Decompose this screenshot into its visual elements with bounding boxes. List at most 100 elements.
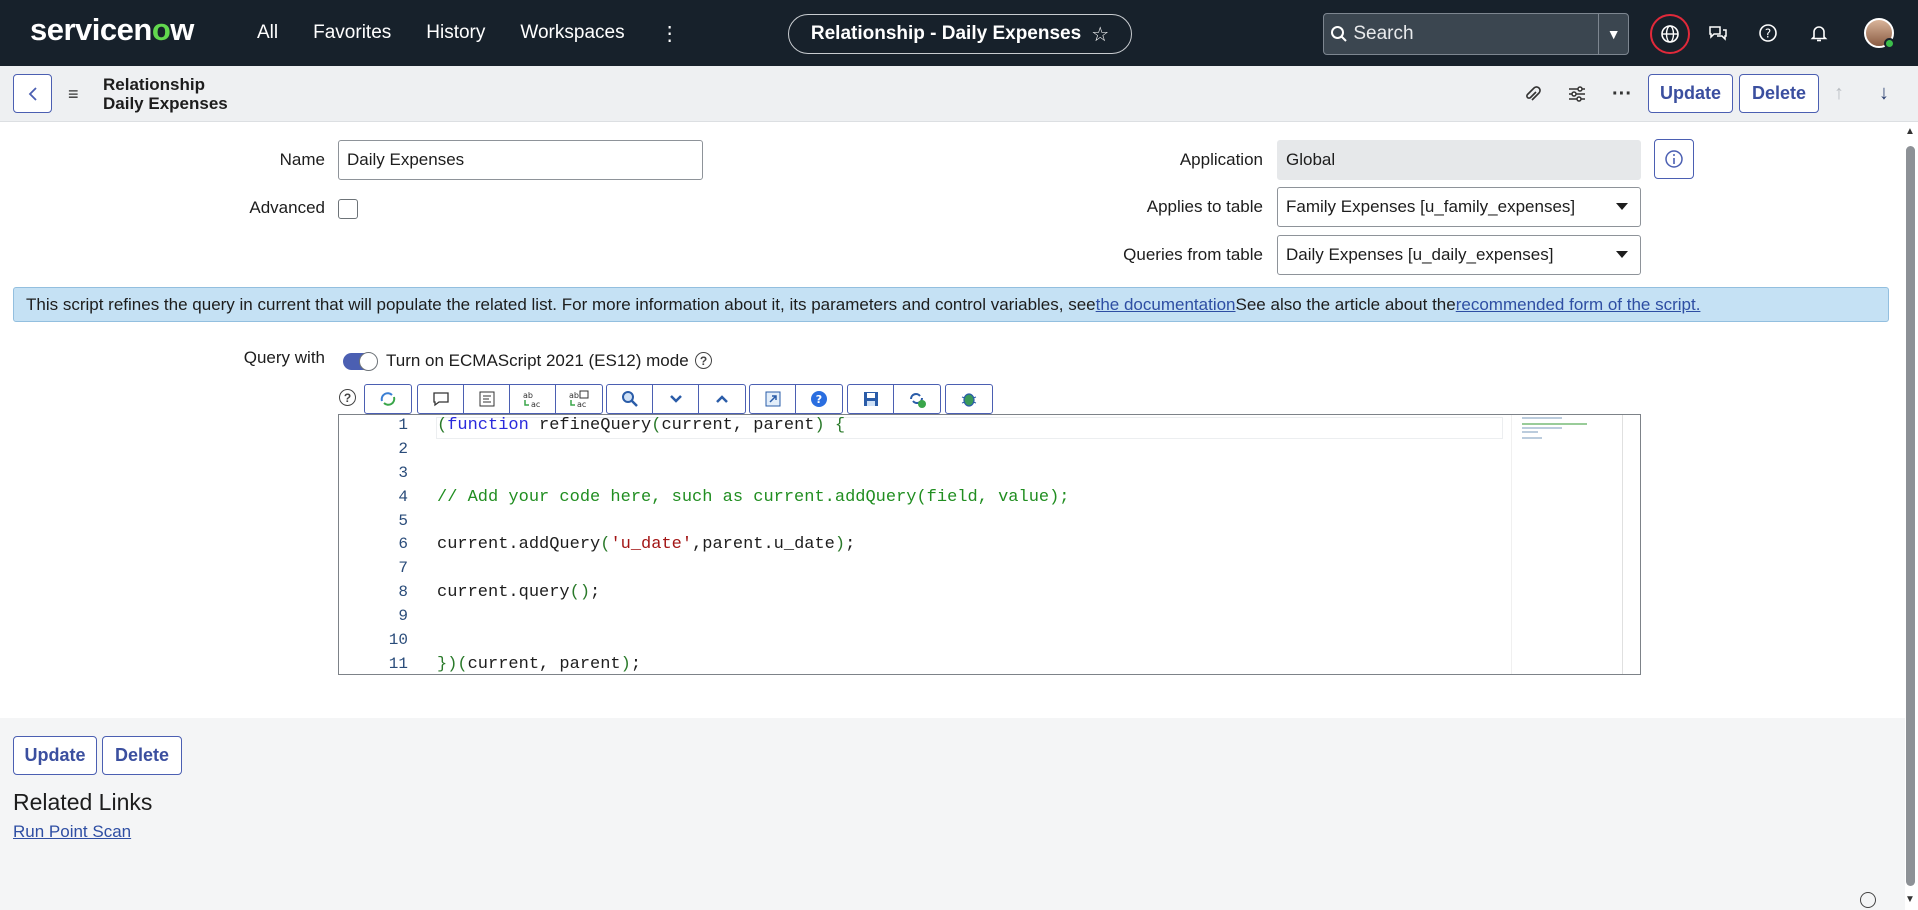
header-update-button[interactable]: Update xyxy=(1648,74,1733,113)
page-scrollbar[interactable]: ▲ ▼ xyxy=(1903,124,1918,910)
search-input[interactable] xyxy=(1353,23,1599,45)
toolbar-group-edit: ab ac ab ac xyxy=(417,384,603,414)
code-line-11: })(current, parent); xyxy=(437,655,642,674)
personalize-form-icon[interactable] xyxy=(1563,80,1591,108)
advanced-label: Advanced xyxy=(249,198,325,217)
svg-text:ab: ab xyxy=(569,391,579,400)
clock-icon[interactable] xyxy=(1860,892,1876,908)
search-scope-dropdown[interactable]: ▼ xyxy=(1598,14,1628,54)
applies-to-table-value: Family Expenses [u_family_expenses] xyxy=(1286,197,1576,216)
footer-update-button[interactable]: Update xyxy=(13,736,97,775)
line-number-gutter: 1 2 3 4 5 6 7 8 9 10 11 xyxy=(339,415,414,674)
nav-favorites[interactable]: Favorites xyxy=(313,22,391,44)
applies-to-table-select[interactable]: Family Expenses [u_family_expenses] xyxy=(1277,187,1641,227)
find-previous-icon[interactable] xyxy=(699,385,745,413)
toolbar-group-format xyxy=(364,384,412,414)
fullscreen-icon[interactable] xyxy=(750,385,796,413)
scroll-up-icon[interactable]: ▲ xyxy=(1905,126,1915,137)
nav-all[interactable]: All xyxy=(257,22,278,44)
servicenow-logo[interactable]: servicenow xyxy=(30,12,194,48)
query-with-label: Query with xyxy=(243,348,325,367)
toolbar-group-debug xyxy=(945,384,993,414)
nav-history[interactable]: History xyxy=(426,22,485,44)
back-button[interactable] xyxy=(13,74,52,113)
form-footer xyxy=(0,718,1905,910)
favorite-star-icon[interactable]: ☆ xyxy=(1091,22,1109,47)
scrollbar-thumb[interactable] xyxy=(1906,146,1915,886)
chat-icon[interactable] xyxy=(1701,16,1735,50)
chevron-down-icon xyxy=(1616,251,1628,258)
documentation-link[interactable]: the documentation xyxy=(1096,295,1236,315)
record-title-pill[interactable]: Relationship - Daily Expenses ☆ xyxy=(788,14,1132,54)
application-label: Application xyxy=(1179,150,1263,169)
globe-icon[interactable] xyxy=(1650,14,1690,54)
es12-help-icon[interactable]: ? xyxy=(695,352,712,369)
attachment-icon[interactable] xyxy=(1518,80,1546,108)
replace-all-icon[interactable]: ab ac xyxy=(556,385,602,413)
form-title: Relationship Daily Expenses xyxy=(103,75,228,113)
user-avatar[interactable] xyxy=(1864,18,1895,49)
code-line-6: current.addQuery('u_date',parent.u_date)… xyxy=(437,535,856,554)
banner-text-2: See also the article about the xyxy=(1235,294,1456,314)
presence-status-icon xyxy=(1884,38,1895,49)
svg-text:?: ? xyxy=(1765,27,1771,41)
more-menu-icon[interactable]: ⋮ xyxy=(660,21,680,46)
record-title: Relationship - Daily Expenses xyxy=(810,23,1082,44)
toggle-syntax-coloring-icon[interactable] xyxy=(365,385,411,413)
toolbar-group-save xyxy=(847,384,941,414)
save-icon[interactable] xyxy=(848,385,894,413)
advanced-checkbox[interactable] xyxy=(338,199,358,219)
es12-mode-toggle[interactable] xyxy=(343,352,378,371)
header-delete-button[interactable]: Delete xyxy=(1739,74,1819,113)
es12-mode-label: Turn on ECMAScript 2021 (ES12) mode xyxy=(386,351,689,370)
toolbar-group-search xyxy=(606,384,746,414)
banner-text-1: This script refines the query in current… xyxy=(26,294,1096,314)
run-point-scan-link[interactable]: Run Point Scan xyxy=(13,822,131,842)
sync-icon[interactable] xyxy=(894,385,940,413)
name-label: Name xyxy=(279,150,325,169)
more-options-icon[interactable]: ··· xyxy=(1608,80,1636,108)
scroll-down-icon[interactable]: ▼ xyxy=(1905,894,1915,905)
search-code-icon[interactable] xyxy=(607,385,653,413)
previous-record-icon[interactable]: ↑ xyxy=(1834,82,1844,105)
line-number: 6 xyxy=(398,535,408,553)
script-help-icon[interactable]: ? xyxy=(796,385,842,413)
context-menu-icon[interactable]: ≡ xyxy=(68,84,79,105)
search-icon xyxy=(1324,25,1353,43)
form-title-table: Relationship xyxy=(103,75,206,94)
application-info-button[interactable] xyxy=(1654,139,1694,179)
form-title-record: Daily Expenses xyxy=(103,94,228,113)
recommended-form-link[interactable]: recommended form of the script. xyxy=(1456,295,1701,315)
script-editor[interactable]: 1 2 3 4 5 6 7 8 9 10 11 (function refine… xyxy=(338,414,1641,675)
line-number: 10 xyxy=(388,631,408,649)
queries-from-table-select[interactable]: Daily Expenses [u_daily_expenses] xyxy=(1277,235,1641,275)
line-number: 4 xyxy=(398,488,408,506)
global-search: ▼ xyxy=(1323,13,1629,55)
help-icon[interactable]: ? xyxy=(1751,16,1785,50)
format-code-icon[interactable] xyxy=(464,385,510,413)
svg-text:?: ? xyxy=(816,393,822,406)
related-links-heading: Related Links xyxy=(13,789,153,815)
line-number: 11 xyxy=(388,655,408,673)
top-nav: servicenow All Favorites History Workspa… xyxy=(0,0,1918,66)
nav-workspaces[interactable]: Workspaces xyxy=(520,22,624,44)
line-number: 1 xyxy=(398,416,408,434)
editor-help-icon[interactable]: ? xyxy=(339,389,356,406)
line-number: 2 xyxy=(398,440,408,458)
next-record-icon[interactable]: ↓ xyxy=(1879,82,1889,105)
toggle-knob xyxy=(359,352,378,371)
comment-selected-icon[interactable] xyxy=(418,385,464,413)
footer-delete-button[interactable]: Delete xyxy=(102,736,182,775)
name-input[interactable]: Daily Expenses xyxy=(338,140,703,180)
applies-to-table-label: Applies to table xyxy=(1146,197,1263,216)
editor-scrollbar[interactable] xyxy=(1622,415,1640,674)
code-line-1: (function refineQuery(current, parent) { xyxy=(437,416,846,435)
code-minimap[interactable] xyxy=(1511,415,1621,674)
debug-script-icon[interactable] xyxy=(946,385,992,413)
find-next-icon[interactable] xyxy=(653,385,699,413)
replace-icon[interactable]: ab ac xyxy=(510,385,556,413)
line-number: 5 xyxy=(398,512,408,530)
notifications-bell-icon[interactable] xyxy=(1802,16,1836,50)
svg-text:ac: ac xyxy=(577,400,586,408)
line-number: 3 xyxy=(398,464,408,482)
